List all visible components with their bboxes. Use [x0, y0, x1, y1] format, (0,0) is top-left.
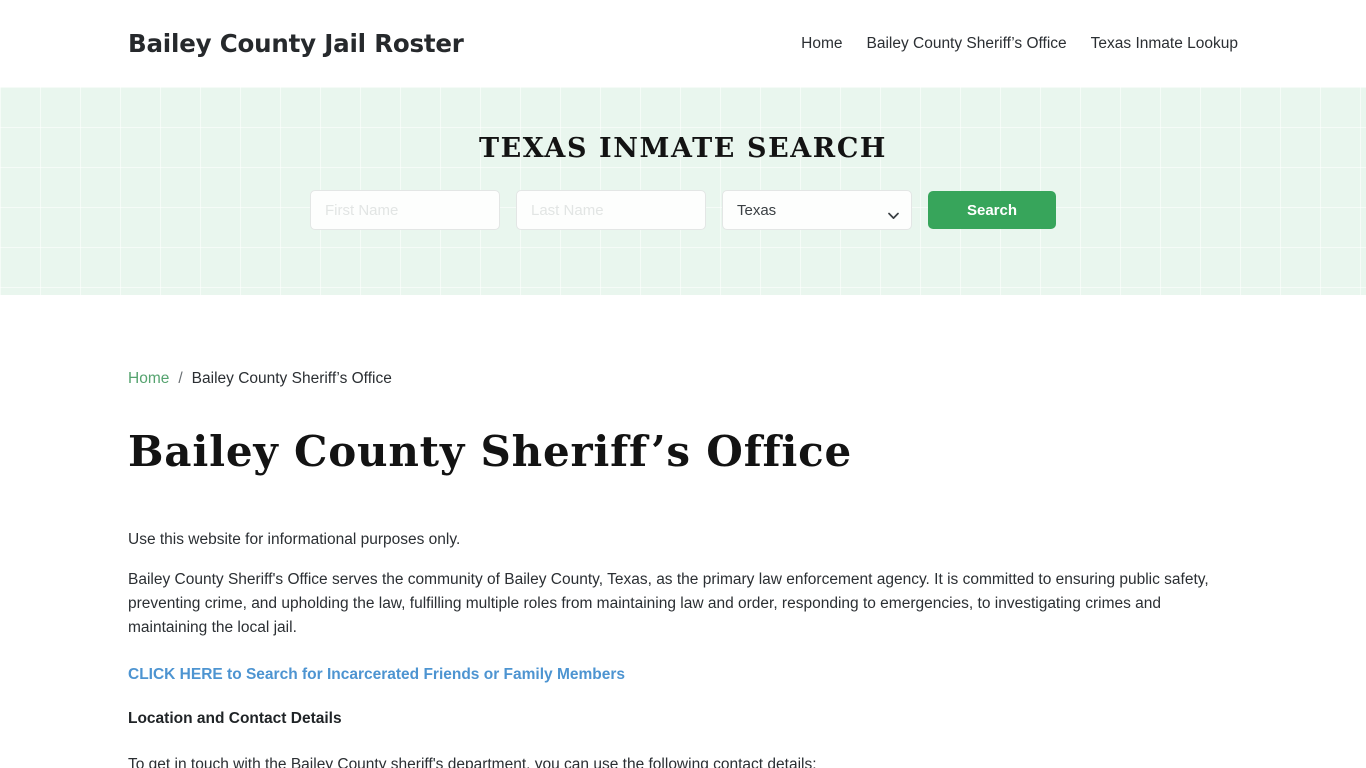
site-logo[interactable]: Bailey County Jail Roster	[128, 29, 464, 58]
nav-item-home[interactable]: Home	[801, 36, 842, 52]
state-select[interactable]: Texas	[722, 190, 912, 230]
nav-item-texas-inmate-lookup[interactable]: Texas Inmate Lookup	[1091, 36, 1238, 52]
description-paragraph: Bailey County Sheriff's Office serves th…	[128, 571, 1209, 637]
site-header: Bailey County Jail Roster Home Bailey Co…	[0, 0, 1366, 87]
search-button[interactable]: Search	[928, 191, 1056, 229]
page-title: Bailey County Sheriff’s Office	[128, 427, 853, 476]
last-name-input[interactable]	[516, 190, 706, 230]
main-content: Home / Bailey County Sheriff’s Office Ba…	[0, 295, 1366, 768]
nav-item-bailey-county-sheriffs-office[interactable]: Bailey County Sheriff’s Office	[866, 36, 1066, 52]
first-name-input[interactable]	[310, 190, 500, 230]
hero-title: TEXAS INMATE SEARCH	[478, 133, 888, 164]
breadcrumb-item-current: Bailey County Sheriff’s Office	[191, 370, 392, 387]
inmate-search-form: Texas Search	[310, 190, 1056, 230]
inmate-search-cta-link[interactable]: CLICK HERE to Search for Incarcerated Fr…	[128, 664, 625, 686]
location-contact-subheading: Location and Contact Details	[128, 710, 342, 728]
inmate-search-hero: TEXAS INMATE SEARCH Texas Search	[0, 87, 1366, 295]
breadcrumb-item-home[interactable]: Home	[128, 370, 169, 388]
state-select-wrapper: Texas	[722, 190, 912, 230]
intro-paragraph: Use this website for informational purpo…	[128, 531, 461, 549]
breadcrumb-separator: /	[178, 370, 183, 387]
contact-intro-paragraph: To get in touch with the Bailey County s…	[128, 756, 817, 768]
main-navigation: Home Bailey County Sheriff’s Office Texa…	[801, 36, 1238, 52]
breadcrumb: Home / Bailey County Sheriff’s Office	[128, 295, 1238, 388]
